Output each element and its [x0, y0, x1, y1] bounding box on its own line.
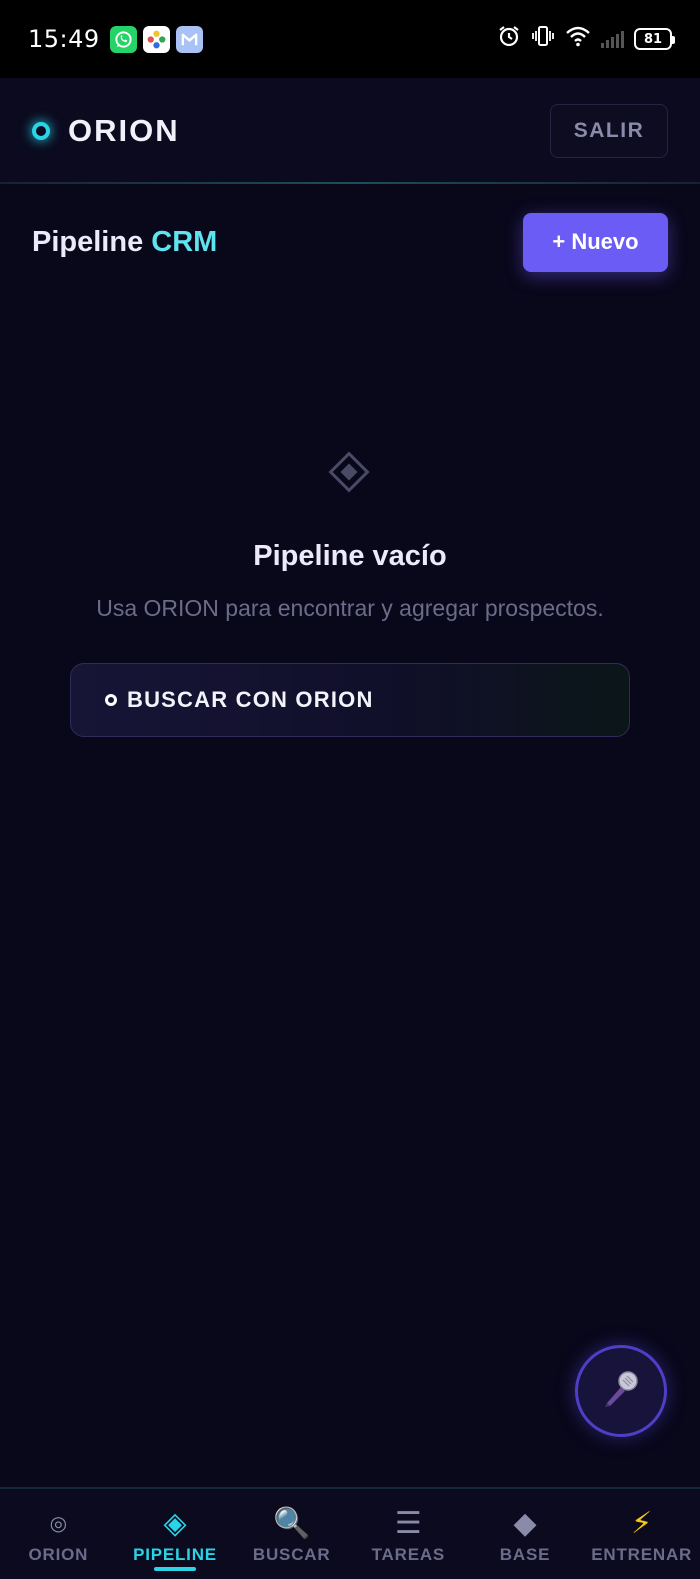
vibrate-icon [531, 24, 555, 54]
app-logo: ORION [68, 112, 180, 148]
notification-icons [109, 25, 203, 53]
pipeline-icon: ◈ [163, 1505, 187, 1541]
bottom-nav: ◎ ORION ◈ PIPELINE 🔍 BUSCAR ☰ TAREAS ◆ BASE ⚡ ENTRE… [0, 1489, 700, 1579]
screen: 15:49 81 ORION SALIR Pipeline CRM + Nuev… [0, 0, 700, 1579]
nav-item-entrenar[interactable]: ⚡ ENTRENAR [583, 1489, 700, 1579]
search-with-orion-button[interactable]: BUSCAR CON ORION [70, 663, 630, 737]
orion-icon: ◎ [49, 1511, 68, 1535]
orion-logo-icon [32, 121, 50, 140]
search-icon: 🔍 [273, 1505, 311, 1541]
active-tab-indicator [154, 1567, 196, 1571]
status-bar: 15:49 81 [0, 0, 700, 78]
nav-item-tareas[interactable]: ☰ TAREAS [350, 1489, 467, 1579]
nav-label: ORION [28, 1545, 89, 1564]
nav-item-buscar[interactable]: 🔍 BUSCAR [233, 1489, 350, 1579]
nav-label: TAREAS [371, 1545, 446, 1564]
wifi-icon [565, 25, 591, 53]
app-header: ORION SALIR [0, 78, 700, 183]
tasks-icon: ☰ [394, 1505, 422, 1541]
nav-item-pipeline[interactable]: ◈ PIPELINE [117, 1489, 234, 1579]
page-title: Pipeline CRM [32, 226, 217, 259]
lightning-icon: ⚡ [631, 1505, 653, 1541]
mail-icon [175, 25, 203, 53]
nav-label: BASE [499, 1545, 551, 1564]
orion-dot-icon [105, 694, 117, 706]
alarm-icon [497, 24, 521, 54]
nav-label: ENTRENAR [591, 1545, 693, 1564]
status-right: 81 [497, 24, 675, 54]
nav-item-base[interactable]: ◆ BASE [467, 1489, 584, 1579]
logout-button[interactable]: SALIR [550, 103, 668, 158]
nav-label: BUSCAR [252, 1545, 331, 1564]
page-title-accent: CRM [151, 225, 218, 258]
whatsapp-icon [109, 25, 137, 53]
title-row: Pipeline CRM + Nuevo [32, 212, 668, 272]
pinwheel-icon [142, 25, 170, 53]
microphone-button[interactable] [575, 1345, 667, 1437]
battery-icon: 81 [634, 28, 675, 50]
header-divider [0, 182, 700, 184]
signal-icon [601, 30, 624, 48]
nav-item-orion[interactable]: ◎ ORION [0, 1489, 117, 1579]
base-icon: ◆ [513, 1505, 537, 1541]
search-with-orion-label: BUSCAR CON ORION [127, 687, 374, 712]
status-time: 15:49 [28, 25, 100, 53]
microphone-icon [599, 1367, 643, 1416]
page-title-main: Pipeline [32, 225, 152, 258]
empty-state-subtitle: Usa ORION para encontrar y agregar prosp… [96, 595, 604, 621]
empty-state-title: Pipeline vacío [253, 540, 447, 572]
new-button[interactable]: + Nuevo [523, 212, 668, 272]
nav-label: PIPELINE [133, 1545, 217, 1564]
pipeline-empty-icon [327, 450, 371, 494]
